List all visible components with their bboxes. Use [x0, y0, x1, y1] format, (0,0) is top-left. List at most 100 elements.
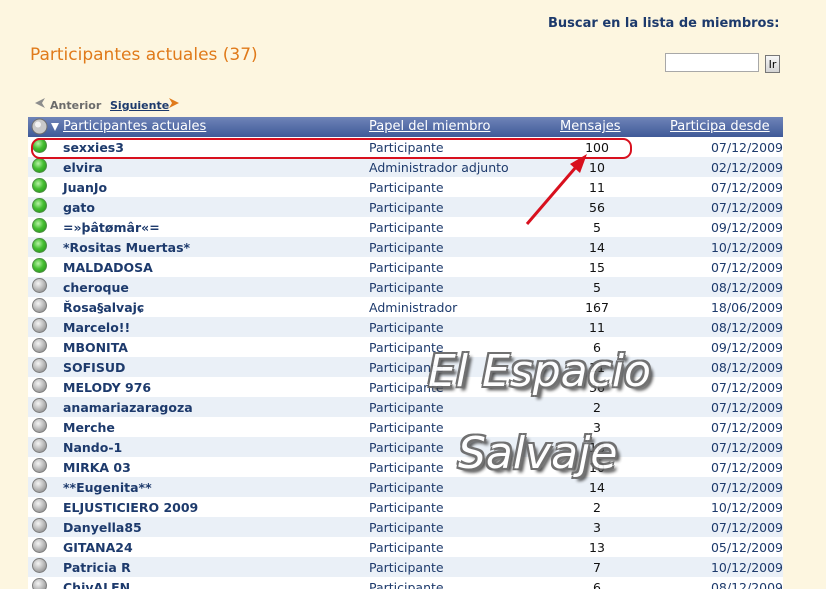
member-since-date: 05/12/2009	[710, 540, 783, 555]
sort-down-icon[interactable]	[50, 122, 60, 132]
table-row: Merche Participante 3 07/12/2009	[28, 417, 783, 437]
member-role: Participante	[369, 280, 444, 295]
table-row: MELODY 976 Participante 36 07/12/2009	[28, 377, 783, 397]
member-name-link[interactable]: MIRKA 03	[63, 460, 131, 475]
member-since-date: 07/12/2009	[710, 460, 783, 475]
member-since-date: 02/12/2009	[710, 160, 783, 175]
message-count: 3	[593, 520, 601, 535]
watermark-line-2: Salvaje	[458, 428, 618, 479]
message-count: 10	[589, 160, 605, 175]
page-title: Participantes actuales (37)	[30, 45, 258, 65]
member-name-link[interactable]: Merche	[63, 420, 115, 435]
message-count: 2	[593, 400, 601, 415]
member-since-date: 07/12/2009	[710, 520, 783, 535]
message-count: 167	[585, 300, 609, 315]
member-role: Participante	[369, 580, 444, 589]
table-row: JuanJo Participante 11 07/12/2009	[28, 177, 783, 197]
member-name-link[interactable]: **Eugenita**	[63, 480, 152, 495]
status-icon	[32, 298, 47, 313]
table-row: *Rositas Muertas* Participante 14 10/12/200…	[28, 237, 783, 257]
status-icon	[32, 258, 47, 273]
column-header-role[interactable]: Papel del miembro	[369, 119, 490, 134]
member-role: Participante	[369, 480, 444, 495]
status-icon	[32, 578, 47, 589]
member-since-date: 07/12/2009	[710, 180, 783, 195]
member-role: Participante	[369, 400, 444, 415]
status-icon	[32, 538, 47, 553]
table-row: GITANA24 Participante 13 05/12/2009	[28, 537, 783, 557]
member-name-link[interactable]: Danyella85	[63, 520, 142, 535]
status-icon	[32, 558, 47, 573]
member-name-link[interactable]: elvira	[63, 160, 103, 175]
member-role: Participante	[369, 200, 444, 215]
member-since-date: 09/12/2009	[710, 220, 783, 235]
member-role: Participante	[369, 560, 444, 575]
member-name-link[interactable]: JuanJo	[63, 180, 107, 195]
member-role: Participante	[369, 180, 444, 195]
status-icon	[32, 498, 47, 513]
message-count: 14	[589, 240, 605, 255]
table-row: Patricia R Participante 7 10/12/2009	[28, 557, 783, 577]
member-name-link[interactable]: Patricia R	[63, 560, 131, 575]
status-icon	[32, 518, 47, 533]
member-name-link[interactable]: GITANA24	[63, 540, 133, 555]
member-name-link[interactable]: SOFISUD	[63, 360, 125, 375]
member-name-link[interactable]: Řosa§alvajɕ	[63, 300, 144, 315]
member-since-date: 10/12/2009	[710, 500, 783, 515]
next-page-link[interactable]: Siguiente	[110, 99, 169, 112]
table-row: Danyella85 Participante 3 07/12/2009	[28, 517, 783, 537]
member-role: Participante	[369, 440, 444, 455]
member-since-date: 07/12/2009	[710, 200, 783, 215]
status-icon	[32, 398, 47, 413]
member-name-link[interactable]: gato	[63, 200, 95, 215]
table-row: elvira Administrador adjunto 10 02/12/2009	[28, 157, 783, 177]
status-icon	[32, 178, 47, 193]
member-role: Participante	[369, 220, 444, 235]
search-go-button[interactable]: Ir	[765, 55, 780, 73]
member-name-link[interactable]: MALDADOSA	[63, 260, 153, 275]
member-since-date: 07/12/2009	[710, 260, 783, 275]
status-icon	[32, 378, 47, 393]
member-name-link[interactable]: =»þâtømâr«=	[63, 220, 160, 235]
message-count: 11	[589, 180, 605, 195]
member-role: Participante	[369, 320, 444, 335]
table-row: cheroque Participante 5 08/12/2009	[28, 277, 783, 297]
member-since-date: 07/12/2009	[710, 420, 783, 435]
member-name-link[interactable]: anamariazaragoza	[63, 400, 193, 415]
column-header-messages[interactable]: Mensajes	[560, 119, 621, 134]
table-row: **Eugenita** Participante 14 07/12/2009	[28, 477, 783, 497]
member-name-link[interactable]: cheroque	[63, 280, 129, 295]
search-label: Buscar en la lista de miembros:	[548, 16, 780, 31]
status-icon	[32, 418, 47, 433]
member-since-date: 10/12/2009	[710, 560, 783, 575]
column-header-since[interactable]: Participa desde	[670, 119, 770, 134]
table-row: ChivALEN Participante 6 08/12/2009	[28, 577, 783, 589]
member-name-link[interactable]: MBONITA	[63, 340, 128, 355]
table-row: anamariazaragoza Participante 2 07/12/2009	[28, 397, 783, 417]
column-header-name[interactable]: Participantes actuales	[63, 119, 206, 134]
previous-arrow-icon	[35, 98, 45, 108]
member-role: Administrador adjunto	[369, 160, 509, 175]
table-row: MALDADOSA Participante 15 07/12/2009	[28, 257, 783, 277]
message-count: 2	[593, 500, 601, 515]
table-row: Marcelo!! Participante 11 08/12/2009	[28, 317, 783, 337]
status-icon	[32, 438, 47, 453]
member-name-link[interactable]: *Rositas Muertas*	[63, 240, 190, 255]
member-since-date: 18/06/2009	[710, 300, 783, 315]
message-count: 56	[589, 200, 605, 215]
member-role: Participante	[369, 540, 444, 555]
member-name-link[interactable]: Nando-1	[63, 440, 122, 455]
member-name-link[interactable]: Marcelo!!	[63, 320, 130, 335]
next-arrow-icon[interactable]	[167, 96, 181, 110]
member-name-link[interactable]: ELJUSTICIERO 2009	[63, 500, 198, 515]
member-since-date: 07/12/2009	[710, 440, 783, 455]
member-since-date: 08/12/2009	[710, 580, 783, 589]
message-count: 6	[593, 580, 601, 589]
status-icon	[32, 478, 47, 493]
member-search-input[interactable]	[665, 53, 759, 72]
member-name-link[interactable]: ChivALEN	[63, 580, 130, 589]
member-name-link[interactable]: MELODY 976	[63, 380, 151, 395]
message-count: 5	[593, 280, 601, 295]
status-icon	[32, 338, 47, 353]
member-role: Participante	[369, 420, 444, 435]
